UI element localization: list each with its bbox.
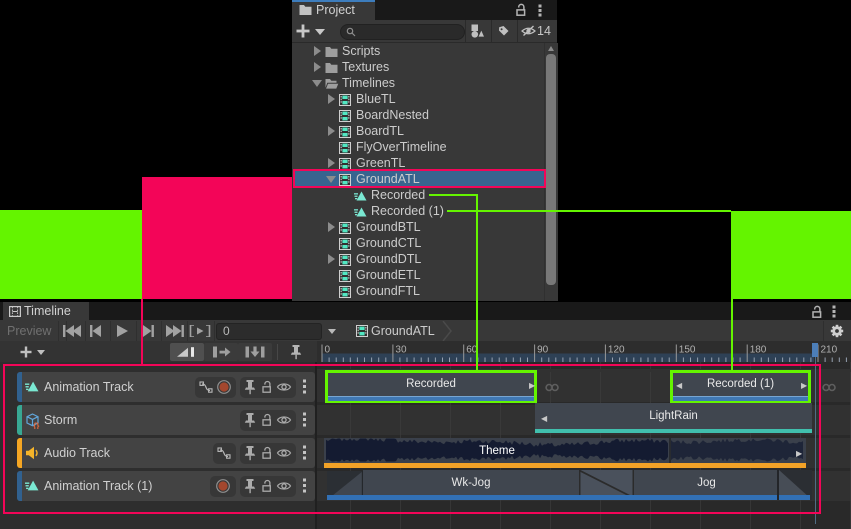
svg-text:90: 90 bbox=[537, 345, 549, 356]
svg-text:210: 210 bbox=[821, 345, 838, 356]
svg-text:150: 150 bbox=[679, 345, 696, 356]
svg-text:0: 0 bbox=[325, 345, 331, 356]
svg-text:120: 120 bbox=[608, 345, 625, 356]
svg-text:180: 180 bbox=[750, 345, 767, 356]
svg-text:30: 30 bbox=[395, 345, 407, 356]
